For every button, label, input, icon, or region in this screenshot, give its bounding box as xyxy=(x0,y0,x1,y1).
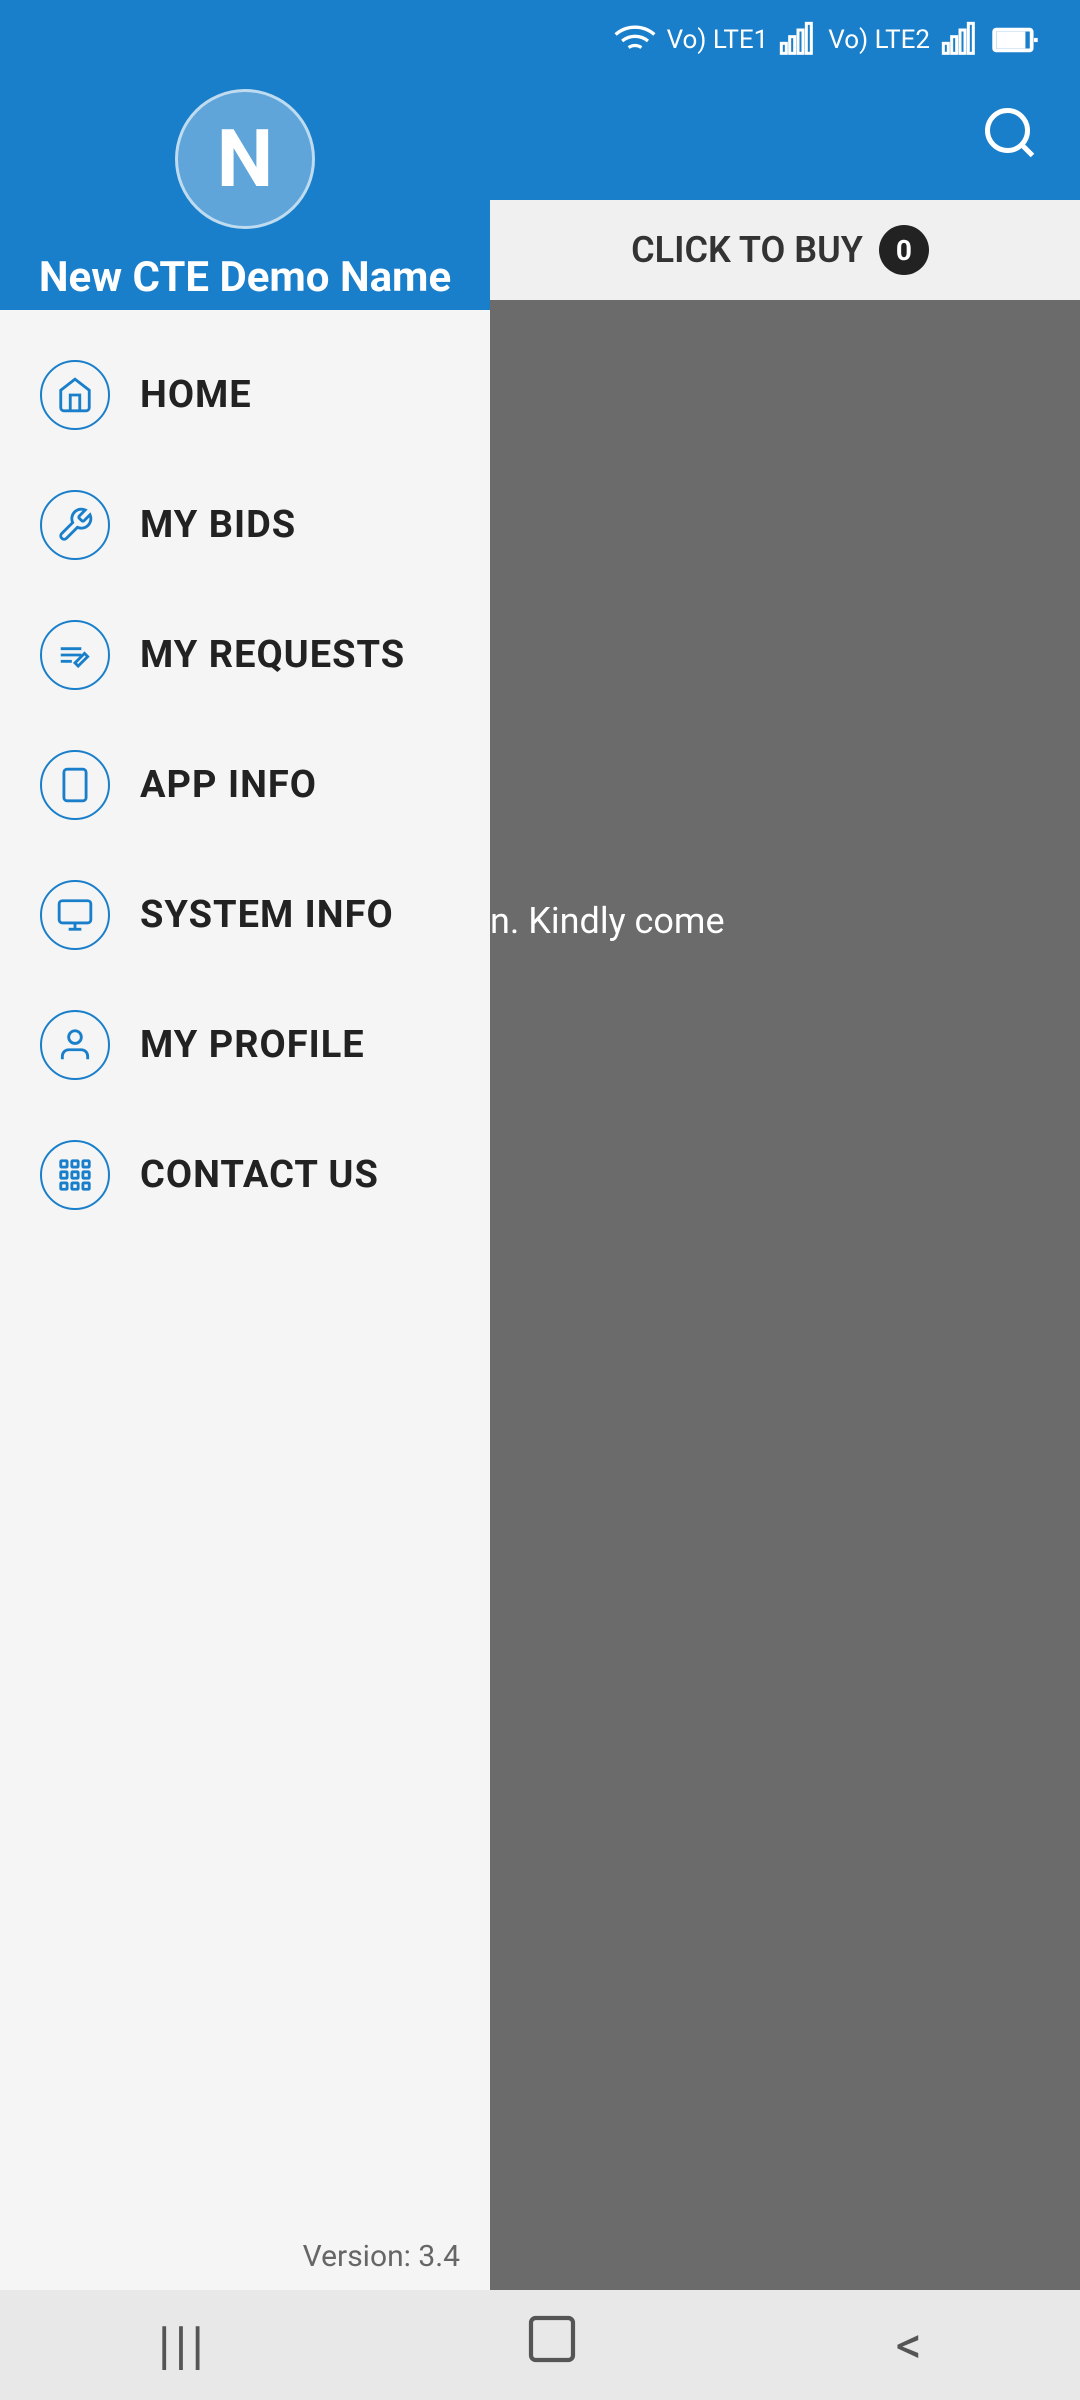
avatar: N xyxy=(175,89,315,229)
signal2-icon xyxy=(940,20,980,60)
click-to-buy-count: 0 xyxy=(879,225,929,275)
menu-item-contact-us[interactable]: CONTACT US xyxy=(0,1110,490,1240)
home-icon xyxy=(56,376,94,414)
drawer-menu: HOME MY BIDS MY REQUESTS xyxy=(0,310,490,2223)
my-bids-icon-circle xyxy=(40,490,110,560)
menu-item-system-info[interactable]: SYSTEM INFO xyxy=(0,850,490,980)
search-button[interactable] xyxy=(980,103,1040,178)
contact-us-icon-circle xyxy=(40,1140,110,1210)
my-profile-label: MY PROFILE xyxy=(140,1023,365,1067)
phone-grid-icon xyxy=(56,1156,94,1194)
app-info-icon-circle xyxy=(40,750,110,820)
right-header xyxy=(480,80,1080,200)
system-info-label: SYSTEM INFO xyxy=(140,893,394,937)
my-bids-label: MY BIDS xyxy=(140,503,296,547)
lte2-label: Vo) LTE2 xyxy=(828,25,930,55)
menu-item-my-bids[interactable]: MY BIDS xyxy=(0,460,490,590)
kindly-text: n. Kindly come xyxy=(490,900,725,942)
my-requests-icon-circle xyxy=(40,620,110,690)
battery-icon xyxy=(990,15,1040,65)
smartphone-icon xyxy=(56,766,94,804)
nav-back-button[interactable]: < xyxy=(896,2315,922,2376)
system-info-icon-circle xyxy=(40,880,110,950)
avatar-letter: N xyxy=(217,112,273,206)
nav-menu-button[interactable]: ||| xyxy=(158,2315,208,2376)
click-to-buy-banner[interactable]: CLICK TO BUY 0 xyxy=(480,200,1080,300)
menu-item-my-profile[interactable]: MY PROFILE xyxy=(0,980,490,1110)
menu-item-app-info[interactable]: APP INFO xyxy=(0,720,490,850)
contact-us-label: CONTACT US xyxy=(140,1153,379,1197)
drawer-header: N New CTE Demo Name xyxy=(0,0,490,310)
signal1-icon xyxy=(778,20,818,60)
menu-item-home[interactable]: HOME xyxy=(0,330,490,460)
status-icons: Vo) LTE1 Vo) LTE2 xyxy=(613,15,1040,65)
version-text: Version: 3.4 xyxy=(0,2223,490,2290)
wifi-icon xyxy=(613,18,657,62)
home-label: HOME xyxy=(140,373,252,417)
app-info-label: APP INFO xyxy=(140,763,317,807)
drawer-user-name: New CTE Demo Name xyxy=(39,253,451,302)
home-icon-circle xyxy=(40,360,110,430)
user-icon xyxy=(56,1026,94,1064)
my-requests-label: MY REQUESTS xyxy=(140,633,405,677)
my-profile-icon-circle xyxy=(40,1010,110,1080)
nav-home-button[interactable] xyxy=(524,2311,580,2380)
edit-icon xyxy=(56,636,94,674)
navigation-drawer: N New CTE Demo Name HOME MY BIDS xyxy=(0,0,490,2400)
menu-item-my-requests[interactable]: MY REQUESTS xyxy=(0,590,490,720)
lte1-label: Vo) LTE1 xyxy=(667,25,769,55)
bottom-navigation: ||| < xyxy=(0,2290,1080,2400)
monitor-icon xyxy=(56,896,94,934)
gavel-icon xyxy=(56,506,94,544)
click-to-buy-label: CLICK TO BUY xyxy=(631,229,863,271)
